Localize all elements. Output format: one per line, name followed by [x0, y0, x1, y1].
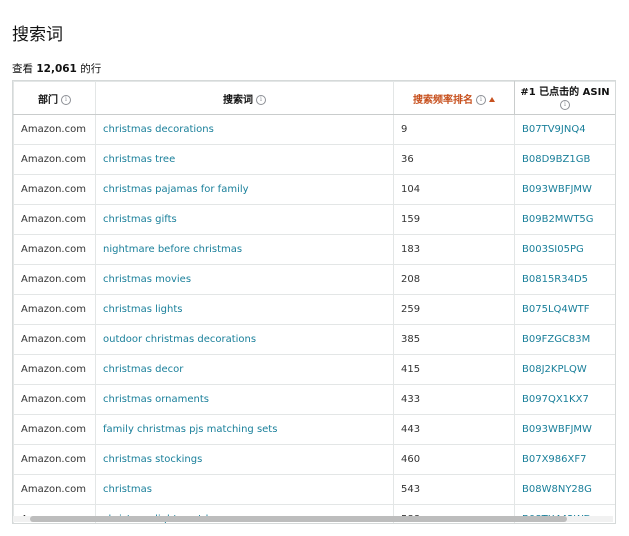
table-row: Amazon.com christmas stockings 460 B07X986X… — [13, 444, 615, 475]
table-row: Amazon.com christmas decorations 9 B07TV9JN… — [13, 114, 615, 145]
row-count-value: 12,061 — [36, 63, 77, 75]
search-frequency-rank-cell: 159 — [393, 204, 515, 235]
search-term-link[interactable]: christmas — [95, 474, 394, 505]
info-icon[interactable]: i — [476, 94, 486, 105]
column-header-label: 搜索频率排名 — [413, 94, 473, 106]
search-term-link[interactable]: christmas movies — [95, 264, 394, 295]
asin-link[interactable]: B08D9BZ1GB — [514, 144, 615, 175]
table-row: Amazon.com christmas ornaments 433 B097QX1K… — [13, 384, 615, 415]
asin-link[interactable]: B0815R34D5 — [514, 264, 615, 295]
asin-link[interactable]: B093WBFJMW — [514, 174, 615, 205]
column-header-top-clicked-asin[interactable]: #1 已点击的 ASIN i — [514, 81, 615, 115]
table-row: Amazon.com nightmare before christmas 183 B… — [13, 234, 615, 265]
row-count: 查看 12,061 的行 — [12, 61, 101, 76]
horizontal-scrollbar-thumb[interactable] — [30, 516, 567, 522]
department-cell: Amazon.com — [13, 204, 96, 235]
info-icon[interactable]: i — [560, 99, 570, 110]
table-row: Amazon.com christmas lights 259 B075LQ4WTF — [13, 294, 615, 325]
department-cell: Amazon.com — [13, 384, 96, 415]
search-frequency-rank-cell: 104 — [393, 174, 515, 205]
column-header-label: 搜索词 — [223, 94, 253, 106]
department-cell: Amazon.com — [13, 474, 96, 505]
search-frequency-rank-cell: 385 — [393, 324, 515, 355]
search-term-link[interactable]: christmas pajamas for family — [95, 174, 394, 205]
search-term-link[interactable]: christmas lights — [95, 294, 394, 325]
search-frequency-rank-cell: 415 — [393, 354, 515, 385]
search-frequency-rank-cell: 9 — [393, 114, 515, 145]
search-terms-table-container[interactable]: 部门 i 搜索词 i 搜索频率排名 i #1 已点击的 ASIN i Amazon.c… — [12, 80, 616, 524]
search-term-link[interactable]: christmas decor — [95, 354, 394, 385]
search-terms-table: 部门 i 搜索词 i 搜索频率排名 i #1 已点击的 ASIN i Amazon.c… — [13, 81, 615, 523]
info-icon[interactable]: i — [256, 94, 266, 105]
search-term-link[interactable]: christmas decorations — [95, 114, 394, 145]
search-term-link[interactable]: christmas gifts — [95, 204, 394, 235]
search-frequency-rank-cell: 183 — [393, 234, 515, 265]
table-row: Amazon.com family christmas pjs matching … — [13, 414, 615, 445]
search-frequency-rank-cell: 259 — [393, 294, 515, 325]
column-header-search-frequency-rank[interactable]: 搜索频率排名 i — [393, 81, 515, 115]
table-row: Amazon.com christmas gifts 159 B09B2MWT5G — [13, 204, 615, 235]
department-cell: Amazon.com — [13, 354, 96, 385]
row-count-prefix: 查看 — [12, 63, 33, 75]
info-icon[interactable]: i — [61, 94, 71, 105]
page-title: 搜索词 — [12, 25, 63, 45]
sort-ascending-icon[interactable] — [489, 97, 495, 102]
table-row: Amazon.com christmas 543 B08W8NY28G — [13, 474, 615, 505]
department-cell: Amazon.com — [13, 414, 96, 445]
department-cell: Amazon.com — [13, 324, 96, 355]
department-cell: Amazon.com — [13, 294, 96, 325]
department-cell: Amazon.com — [13, 444, 96, 475]
asin-link[interactable]: B07TV9JNQ4 — [514, 114, 615, 145]
column-header-search-term[interactable]: 搜索词 i — [95, 81, 394, 115]
table-body: Amazon.com christmas decorations 9 B07TV9JN… — [13, 114, 615, 523]
search-frequency-rank-cell: 443 — [393, 414, 515, 445]
asin-link[interactable]: B093WBFJMW — [514, 414, 615, 445]
search-frequency-rank-cell: 460 — [393, 444, 515, 475]
asin-link[interactable]: B003SI05PG — [514, 234, 615, 265]
search-frequency-rank-cell: 208 — [393, 264, 515, 295]
search-frequency-rank-cell: 36 — [393, 144, 515, 175]
department-cell: Amazon.com — [13, 144, 96, 175]
column-header-department[interactable]: 部门 i — [13, 81, 96, 115]
row-count-suffix: 的行 — [80, 63, 102, 75]
table-row: Amazon.com christmas pajamas for family 10… — [13, 174, 615, 205]
department-cell: Amazon.com — [13, 174, 96, 205]
asin-link[interactable]: B075LQ4WTF — [514, 294, 615, 325]
search-term-link[interactable]: outdoor christmas decorations — [95, 324, 394, 355]
search-term-link[interactable]: christmas tree — [95, 144, 394, 175]
asin-link[interactable]: B07X986XF7 — [514, 444, 615, 475]
asin-link[interactable]: B097QX1KX7 — [514, 384, 615, 415]
asin-link[interactable]: B08W8NY28G — [514, 474, 615, 505]
search-term-link[interactable]: family christmas pjs matching sets — [95, 414, 394, 445]
asin-link[interactable]: B09B2MWT5G — [514, 204, 615, 235]
asin-link[interactable]: B09FZGC83M — [514, 324, 615, 355]
search-term-link[interactable]: christmas ornaments — [95, 384, 394, 415]
column-header-label: #1 已点击的 ASIN — [520, 86, 610, 98]
table-row: Amazon.com christmas decor 415 B08J2KPLQW — [13, 354, 615, 385]
table-row: Amazon.com christmas tree 36 B08D9BZ1GB — [13, 144, 615, 175]
department-cell: Amazon.com — [13, 264, 96, 295]
department-cell: Amazon.com — [13, 234, 96, 265]
search-frequency-rank-cell: 543 — [393, 474, 515, 505]
table-header-row: 部门 i 搜索词 i 搜索频率排名 i #1 已点击的 ASIN i — [13, 81, 615, 115]
search-term-link[interactable]: christmas stockings — [95, 444, 394, 475]
asin-link[interactable]: B08J2KPLQW — [514, 354, 615, 385]
search-frequency-rank-cell: 433 — [393, 384, 515, 415]
search-term-link[interactable]: nightmare before christmas — [95, 234, 394, 265]
department-cell: Amazon.com — [13, 114, 96, 145]
column-header-label: 部门 — [38, 94, 58, 106]
table-row: Amazon.com outdoor christmas decorations 3… — [13, 324, 615, 355]
table-row: Amazon.com christmas movies 208 B0815R34D5 — [13, 264, 615, 295]
